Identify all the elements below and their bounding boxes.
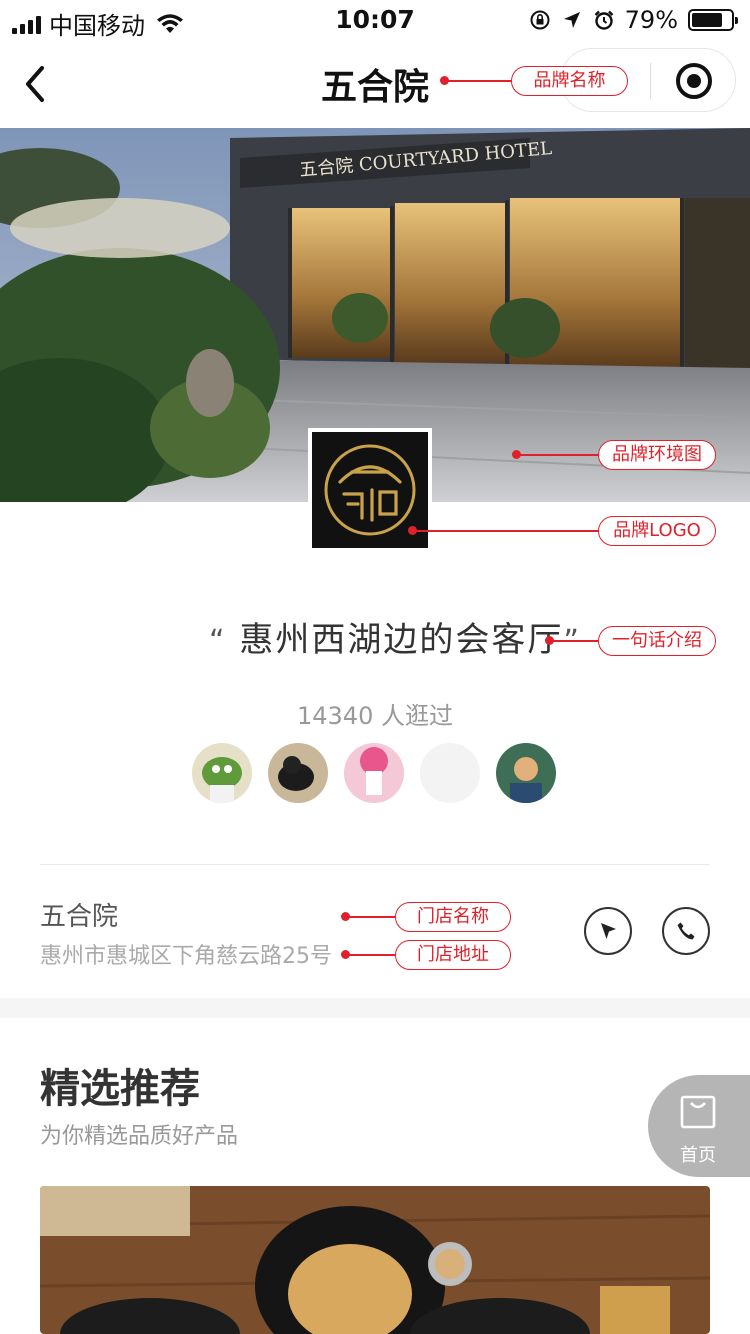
food-photo	[40, 1186, 710, 1334]
recommend-product-image[interactable]	[40, 1186, 710, 1334]
annotation-line	[445, 80, 513, 82]
avatar[interactable]	[496, 743, 556, 803]
home-button[interactable]: 首页	[648, 1075, 750, 1177]
battery-icon	[688, 9, 738, 31]
shopping-bag-icon	[680, 1095, 716, 1129]
nav-bar: 五合院	[0, 40, 750, 128]
call-button[interactable]	[662, 907, 710, 955]
annotation-brand-env: 品牌环境图	[598, 440, 716, 470]
status-right: 79%	[529, 6, 738, 34]
avatar[interactable]	[344, 743, 404, 803]
avatar[interactable]	[420, 743, 480, 803]
phone-icon	[677, 922, 695, 940]
home-label: 首页	[680, 1145, 716, 1166]
status-bar: 中国移动 10:07 79%	[0, 0, 750, 40]
battery-percent: 79%	[624, 6, 678, 34]
annotation-store-addr: 门店地址	[395, 940, 511, 970]
divider	[40, 864, 710, 865]
visit-count: 14340 人逛过	[297, 702, 453, 730]
recommend-title: 精选推荐	[40, 1066, 200, 1112]
annotation-line	[517, 454, 600, 456]
close-target-icon[interactable]	[676, 63, 712, 99]
annotation-line	[413, 530, 600, 532]
slogan-close-quote: ”	[563, 624, 581, 659]
avatar[interactable]	[268, 743, 328, 803]
annotation-line	[346, 916, 397, 918]
battery-level	[692, 13, 723, 27]
recommend-subtitle: 为你精选品质好产品	[40, 1124, 239, 1149]
slogan-open-quote: “	[209, 624, 227, 659]
annotation-brand-logo: 品牌LOGO	[598, 516, 716, 546]
slogan-text: 惠州西湖边的会客厅	[239, 620, 564, 660]
annotation-line	[346, 954, 397, 956]
location-arrow-icon	[563, 12, 580, 28]
store-name: 五合院	[40, 902, 119, 932]
annotation-line	[550, 640, 600, 642]
section-gap	[0, 998, 750, 1018]
annotation-brand-name: 品牌名称	[511, 66, 628, 96]
visitor-avatars	[192, 743, 556, 803]
store-address: 惠州市惠城区下角慈云路25号	[40, 944, 332, 969]
alarm-icon	[594, 10, 614, 30]
navigation-arrow-icon	[601, 923, 616, 939]
annotation-one-line: 一句话介绍	[598, 626, 716, 656]
avatar[interactable]	[192, 743, 252, 803]
rotation-lock-icon	[530, 10, 550, 30]
capsule-divider	[650, 63, 651, 99]
annotation-store-name: 门店名称	[395, 902, 511, 932]
navigate-button[interactable]	[584, 907, 632, 955]
logo-emblem-icon	[324, 444, 416, 536]
